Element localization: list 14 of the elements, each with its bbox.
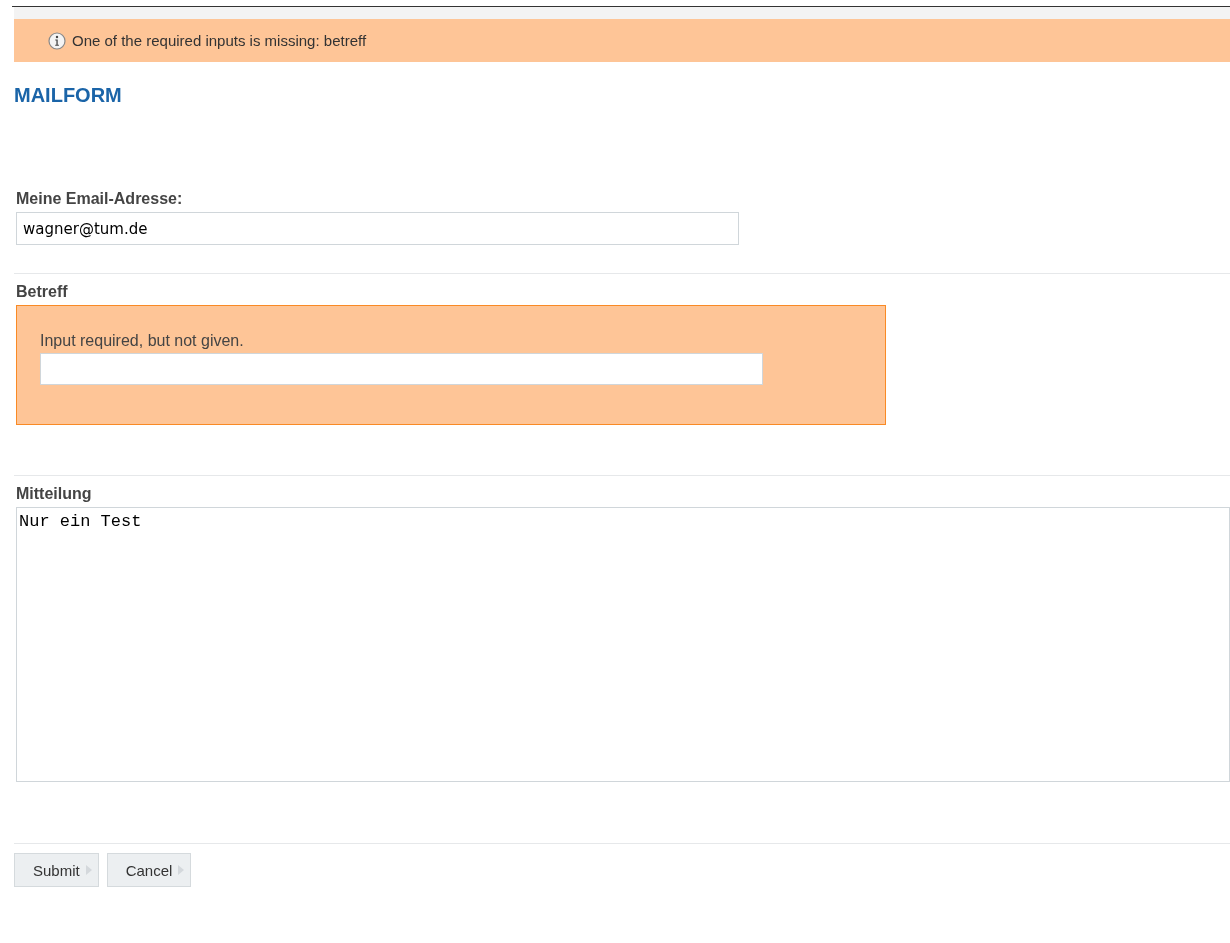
subject-field[interactable] bbox=[40, 353, 763, 385]
info-icon bbox=[48, 31, 66, 50]
caret-icon bbox=[85, 865, 92, 875]
submit-button[interactable]: Submit bbox=[14, 853, 99, 887]
field-label: Betreff bbox=[16, 283, 69, 301]
error-message: One of the required inputs is missing: betreff bbox=[72, 32, 367, 49]
message-field[interactable]: Nur ein Test bbox=[16, 507, 1230, 782]
email-field[interactable]: wagner@tum.de bbox=[16, 212, 739, 245]
caret-icon bbox=[178, 865, 185, 875]
error-hint: Input required, but not given. bbox=[40, 332, 245, 350]
field-label: Mitteilung bbox=[16, 485, 93, 503]
field-label: Meine Email-Adresse: bbox=[16, 190, 184, 208]
cancel-button[interactable]: Cancel bbox=[106, 853, 192, 887]
form-title: MAILFORM bbox=[14, 84, 123, 108]
